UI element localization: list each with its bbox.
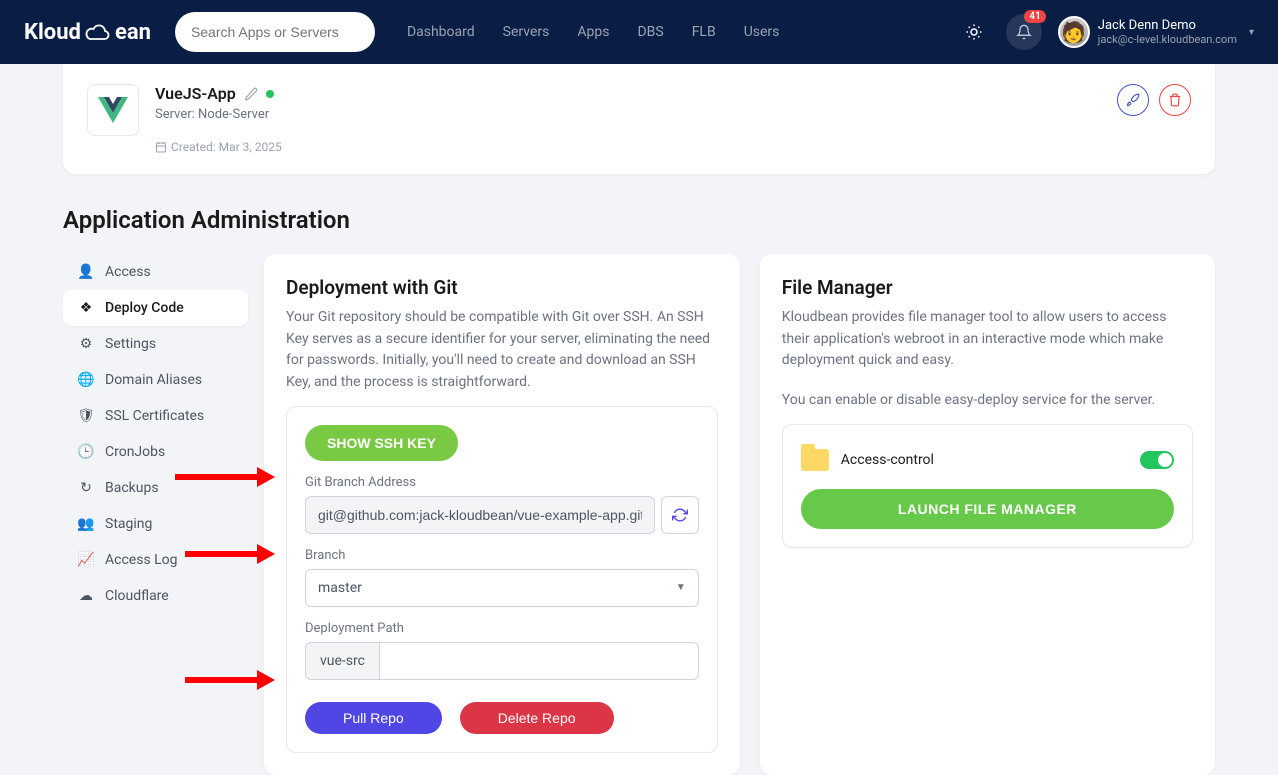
- app-framework-icon: [87, 84, 139, 136]
- branch-label: Branch: [305, 548, 699, 563]
- show-ssh-key-button[interactable]: SHOW SSH KEY: [305, 425, 458, 461]
- sidebar-item-label: Deploy Code: [105, 300, 184, 316]
- sync-button[interactable]: [661, 496, 699, 534]
- fm-toggle-description: You can enable or disable easy-deploy se…: [782, 390, 1193, 412]
- sidebar-item-settings[interactable]: ⚙ Settings: [63, 326, 248, 362]
- notifications-button[interactable]: 41: [1006, 14, 1042, 50]
- avatar: 🧑: [1058, 16, 1090, 48]
- git-deployment-card: Deployment with Git Your Git repository …: [264, 254, 740, 775]
- edit-icon[interactable]: [244, 87, 258, 101]
- user-info: Jack Denn Demo jack@c-level.kloudbean.co…: [1098, 18, 1237, 47]
- sidebar-item-access-log[interactable]: 📈 Access Log: [63, 542, 248, 578]
- sidebar-item-label: Access: [105, 264, 151, 280]
- notification-badge: 41: [1024, 10, 1045, 23]
- header-right: 41 🧑 Jack Denn Demo jack@c-level.kloudbe…: [958, 14, 1254, 50]
- cloud-icon: ☁: [77, 588, 95, 604]
- shield-icon: 🛡: [77, 408, 95, 424]
- fm-item-label: Access-control: [841, 452, 934, 468]
- top-header: Kloudean Dashboard Servers Apps DBS FLB …: [0, 0, 1278, 64]
- branch-select[interactable]: master ▼: [305, 569, 699, 607]
- delete-repo-button[interactable]: Delete Repo: [460, 702, 614, 734]
- sidebar-item-cronjobs[interactable]: 🕒 CronJobs: [63, 434, 248, 470]
- sidebar-item-label: Access Log: [105, 552, 178, 568]
- cloud-icon: [85, 23, 111, 41]
- file-manager-card: File Manager Kloudbean provides file man…: [760, 254, 1215, 775]
- deployment-path-prefix: vue-src: [305, 642, 379, 680]
- nav-dashboard[interactable]: Dashboard: [407, 24, 475, 40]
- sidebar-item-label: Staging: [105, 516, 152, 532]
- admin-sidebar: 👤 Access ❖ Deploy Code ⚙ Settings 🌐 Domain A…: [63, 254, 248, 614]
- sidebar-item-access[interactable]: 👤 Access: [63, 254, 248, 290]
- sync-icon: [672, 507, 688, 523]
- git-branch-address-input[interactable]: [305, 496, 655, 534]
- delete-app-button[interactable]: [1159, 84, 1191, 116]
- launch-file-manager-button[interactable]: LAUNCH FILE MANAGER: [801, 489, 1174, 529]
- git-card-description: Your Git repository should be compatible…: [286, 307, 718, 394]
- app-created: Created: Mar 3, 2025: [171, 140, 282, 154]
- git-branch-address-label: Git Branch Address: [305, 475, 699, 490]
- sidebar-item-domain-aliases[interactable]: 🌐 Domain Aliases: [63, 362, 248, 398]
- git-card-title: Deployment with Git: [286, 276, 718, 299]
- chart-icon: 📈: [77, 552, 95, 568]
- app-server-label: Server: Node-Server: [155, 107, 1101, 122]
- chevron-down-icon: ▾: [1249, 27, 1254, 38]
- search-box[interactable]: [175, 12, 375, 52]
- sidebar-item-label: CronJobs: [105, 444, 165, 460]
- branch-value: master: [318, 580, 362, 596]
- nav-apps[interactable]: Apps: [577, 24, 609, 40]
- app-card: VueJS-App Server: Node-Server Created: M…: [63, 64, 1215, 174]
- brand-logo[interactable]: Kloudean: [24, 20, 151, 45]
- user-icon: 👤: [77, 264, 95, 280]
- status-dot: [266, 90, 274, 98]
- sidebar-item-deploy-code[interactable]: ❖ Deploy Code: [63, 290, 248, 326]
- refresh-icon: ↻: [77, 480, 95, 496]
- fm-title: File Manager: [782, 276, 1193, 299]
- trash-icon: [1168, 93, 1182, 107]
- nav-flb[interactable]: FLB: [692, 24, 716, 40]
- sidebar-item-label: SSL Certificates: [105, 408, 204, 424]
- vue-icon: [98, 97, 128, 123]
- code-icon: ❖: [77, 300, 95, 316]
- user-email: jack@c-level.kloudbean.com: [1098, 33, 1237, 46]
- fm-description: Kloudbean provides file manager tool to …: [782, 307, 1193, 372]
- bell-icon: [1016, 24, 1032, 40]
- clock-icon: 🕒: [77, 444, 95, 460]
- sidebar-item-label: Cloudflare: [105, 588, 169, 604]
- nav-servers[interactable]: Servers: [503, 24, 550, 40]
- sliders-icon: ⚙: [77, 336, 95, 352]
- main-nav: Dashboard Servers Apps DBS FLB Users: [407, 24, 934, 40]
- folder-icon: [801, 449, 829, 471]
- access-control-toggle[interactable]: [1140, 451, 1174, 469]
- nav-dbs[interactable]: DBS: [637, 24, 663, 40]
- sidebar-item-cloudflare[interactable]: ☁ Cloudflare: [63, 578, 248, 614]
- launch-app-button[interactable]: [1117, 84, 1149, 116]
- pull-repo-button[interactable]: Pull Repo: [305, 702, 442, 734]
- theme-toggle[interactable]: [958, 16, 990, 48]
- chevron-down-icon: ▼: [676, 582, 686, 593]
- app-name: VueJS-App: [155, 84, 236, 103]
- fm-box: Access-control LAUNCH FILE MANAGER: [782, 424, 1193, 548]
- calendar-icon: [155, 141, 167, 153]
- layers-icon: 👥: [77, 516, 95, 532]
- sidebar-item-ssl[interactable]: 🛡 SSL Certificates: [63, 398, 248, 434]
- user-name: Jack Denn Demo: [1098, 18, 1237, 34]
- globe-icon: 🌐: [77, 372, 95, 388]
- deployment-path-input[interactable]: [379, 642, 699, 680]
- user-menu[interactable]: 🧑 Jack Denn Demo jack@c-level.kloudbean.…: [1058, 16, 1254, 48]
- rocket-icon: [1126, 93, 1140, 107]
- git-form: SHOW SSH KEY Git Branch Address Branch m…: [286, 406, 718, 753]
- deployment-path-label: Deployment Path: [305, 621, 699, 636]
- sidebar-item-label: Settings: [105, 336, 156, 352]
- sidebar-item-label: Domain Aliases: [105, 372, 202, 388]
- sun-icon: [965, 23, 983, 41]
- sidebar-item-label: Backups: [105, 480, 159, 496]
- sidebar-item-backups[interactable]: ↻ Backups: [63, 470, 248, 506]
- search-input[interactable]: [191, 24, 359, 40]
- section-title: Application Administration: [63, 206, 1215, 234]
- nav-users[interactable]: Users: [744, 24, 780, 40]
- sidebar-item-staging[interactable]: 👥 Staging: [63, 506, 248, 542]
